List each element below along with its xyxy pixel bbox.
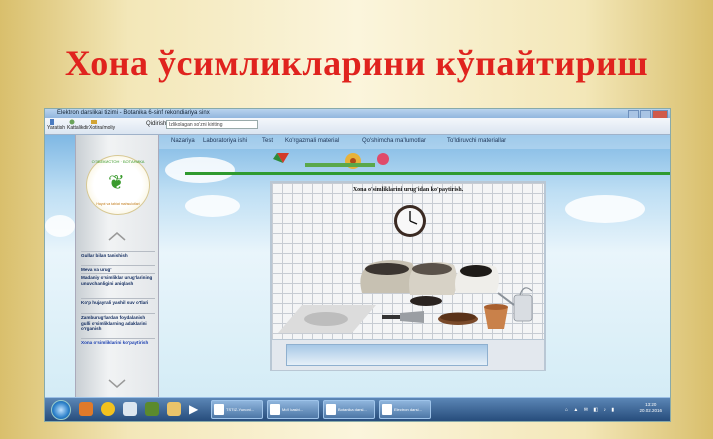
sidebar: О'ЗБЕКИСТОН · БОТАНИКА ❦ Hayot va tabiat…	[75, 135, 159, 397]
folder-icon[interactable]	[167, 402, 181, 416]
taskbar-button-2[interactable]: Mo'l kasbi...	[267, 400, 319, 419]
slide-title: Хона ўсимликларини кўпайтириш	[64, 43, 649, 83]
browser-icon[interactable]	[79, 402, 93, 416]
window-titlebar: Elektron darslikai tizimi - Botanika 6-s…	[45, 109, 670, 119]
sidebar-item-fungi[interactable]: Zamburug'lardan foydalanish gulli o'siml…	[81, 313, 155, 332]
nav-lab-work[interactable]: Laboratoriya ishi	[203, 138, 247, 144]
system-tray[interactable]: ⌂ ▲ ✉ ◧ ♪ ▮	[565, 407, 616, 413]
grid-board: Xona o'simliklarini urug'idan ko'paytiri…	[272, 183, 544, 339]
window-controls	[628, 110, 668, 119]
soil-pile	[410, 296, 442, 306]
nav-visual-material[interactable]: Ko'rgazmali material	[285, 138, 339, 144]
logo-caption: Hayot va tabiat mahsulotlari	[96, 202, 140, 206]
flowers-decoration	[273, 153, 389, 169]
toolbar-item-create[interactable]: Yaratish	[47, 125, 65, 131]
window-title: Elektron darslikai tizimi - Botanika 6-s…	[57, 110, 210, 116]
taskbar-button-4[interactable]: Electron darsl...	[379, 400, 431, 419]
app-area: Nazariya Laboratoriya ishi Test Ko'rgazm…	[45, 135, 670, 397]
sidebar-item-seed-germination[interactable]: Madaniy o'simliklar urug'larining unuvch…	[81, 273, 155, 286]
sidebar-item-green-algae[interactable]: Ko'p hujayrali yashil suv o'tlari	[81, 298, 155, 306]
content-footer: Gullarni ko'paytirish uchun maxsus arala…	[272, 339, 544, 370]
sand-plate	[278, 305, 376, 333]
toolbar: Yaratish Kattalikdir Xotira/moliy Qidiri…	[45, 118, 670, 135]
taskbar: ▶ TSTIZ-Yunoni... Mo'l kasbi... Botanika…	[45, 397, 670, 421]
plant-icon: ❦	[108, 172, 125, 194]
clock-date: 20.02.2016	[639, 408, 662, 413]
cloud-decoration	[185, 195, 240, 217]
search-input[interactable]: Izlikolagan so'zni kiriting	[166, 120, 258, 129]
top-nav: Nazariya Laboratoriya ishi Test Ko'rgazm…	[157, 135, 670, 149]
taskbar-button-1[interactable]: TSTIZ-Yunoni...	[211, 400, 263, 419]
slide-background: Хона ўсимликларини кўпайтириш Elektron d…	[0, 0, 713, 439]
content-panel: Xona o'simliklarini urug'idan ko'paytiri…	[270, 181, 546, 371]
tray-icon	[438, 312, 478, 325]
sidebar-item-fruit-seed[interactable]: Meva va urug'	[81, 265, 155, 273]
clock[interactable]: 13:20 20.02.2016	[639, 402, 662, 414]
nav-supplementary[interactable]: To'ldiruvchi materiallar	[447, 138, 506, 144]
toolbar-item-size[interactable]: Kattalikdir	[67, 125, 89, 131]
cloud-decoration	[165, 157, 235, 183]
play-icon[interactable]: ▶	[189, 402, 203, 416]
logo-ring-text: О'ЗБЕКИСТОН · БОТАНИКА	[91, 159, 145, 164]
clock-icon	[394, 205, 426, 237]
sidebar-item-flowers[interactable]: Gullar bilan tanishish	[81, 251, 155, 259]
soil-bags	[360, 260, 499, 295]
start-button[interactable]	[51, 400, 71, 420]
file-icon[interactable]	[123, 402, 137, 416]
nav-additional-info[interactable]: Qo'shimcha ma'lumotlar	[362, 138, 426, 144]
nav-theory[interactable]: Nazariya	[171, 138, 195, 144]
accent-bar	[185, 172, 670, 175]
chrome-icon[interactable]	[101, 402, 115, 416]
cloud-decoration	[565, 195, 645, 223]
chevron-up-icon[interactable]	[107, 231, 127, 241]
logo: О'ЗБЕКИСТОН · БОТАНИКА ❦ Hayot va tabiat…	[86, 155, 150, 215]
trowel-icon	[382, 311, 424, 323]
screenshot-window: Elektron darslikai tizimi - Botanika 6-s…	[44, 108, 671, 422]
sidebar-item-houseplants[interactable]: Xona o'simliklarini ko'paytirish	[81, 338, 155, 346]
flower-pot-icon	[484, 304, 508, 329]
taskbar-button-3[interactable]: Botanika darsl...	[323, 400, 375, 419]
toolbar-item-memory[interactable]: Xotira/moliy	[89, 125, 115, 131]
app-icon[interactable]	[145, 402, 159, 416]
illustration	[278, 205, 533, 333]
nav-test[interactable]: Test	[262, 138, 273, 144]
search-label: Qidirish:	[146, 121, 169, 127]
chevron-down-icon[interactable]	[107, 379, 127, 389]
slide-navigation[interactable]	[286, 344, 488, 366]
cloud-decoration	[45, 215, 75, 237]
